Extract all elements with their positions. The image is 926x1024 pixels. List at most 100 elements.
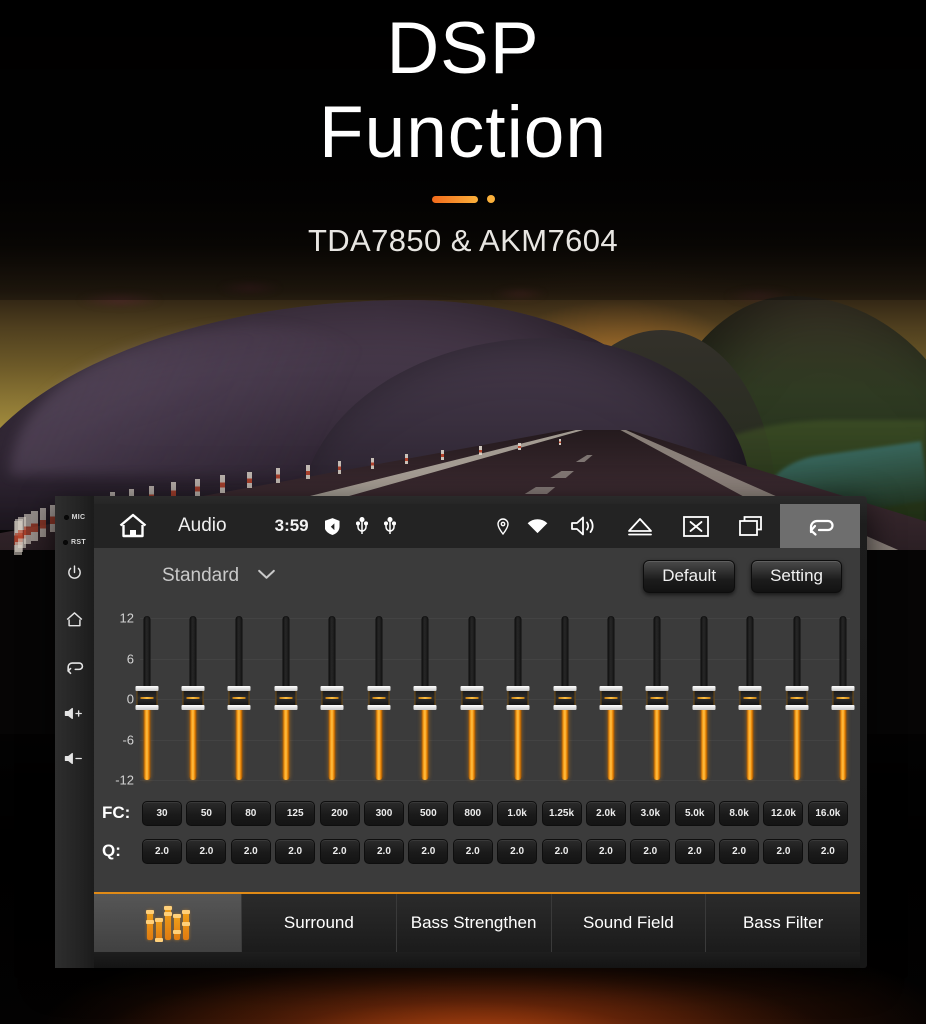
home-icon[interactable] xyxy=(118,513,148,539)
eq-slider[interactable] xyxy=(460,616,484,780)
eq-slider[interactable] xyxy=(599,616,623,780)
tab-surround[interactable]: Surround xyxy=(242,894,397,952)
back-button[interactable] xyxy=(65,658,84,676)
fc-cell[interactable]: 16.0k xyxy=(807,800,848,826)
eq-slider-handle[interactable] xyxy=(506,686,530,710)
fc-cell[interactable]: 800 xyxy=(452,800,493,826)
fc-cell[interactable]: 200 xyxy=(319,800,360,826)
q-cell[interactable]: 2.0 xyxy=(452,838,493,864)
q-cell[interactable]: 2.0 xyxy=(363,838,404,864)
eq-slider-handle[interactable] xyxy=(738,686,762,710)
q-cell[interactable]: 2.0 xyxy=(230,838,271,864)
eq-slider[interactable] xyxy=(274,616,298,780)
hero-title-line1: DSP xyxy=(386,8,540,89)
wifi-icon[interactable] xyxy=(518,504,556,548)
tab-bass-strengthen[interactable]: Bass Strengthen xyxy=(396,894,552,952)
close-x-icon[interactable] xyxy=(668,504,724,548)
q-cell[interactable]: 2.0 xyxy=(630,838,671,864)
fc-cell[interactable]: 2.0k xyxy=(585,800,626,826)
eq-slider-handle[interactable] xyxy=(135,686,158,710)
eq-slider-handle[interactable] xyxy=(460,686,484,710)
fc-cell[interactable]: 80 xyxy=(230,800,271,826)
handle-bar-bottom xyxy=(645,705,669,710)
fc-cell[interactable]: 5.0k xyxy=(674,800,715,826)
q-cell[interactable]: 2.0 xyxy=(186,838,227,864)
eq-slider[interactable] xyxy=(831,616,855,780)
eq-slider[interactable] xyxy=(785,616,809,780)
q-cell[interactable]: 2.0 xyxy=(497,838,538,864)
eq-slider-handle[interactable] xyxy=(553,686,577,710)
reset-indicator[interactable]: RST xyxy=(63,539,86,546)
eq-slider[interactable] xyxy=(135,616,158,780)
eq-slider[interactable] xyxy=(553,616,577,780)
q-cell[interactable]: 2.0 xyxy=(763,838,804,864)
eq-slider[interactable] xyxy=(692,616,716,780)
fc-cell[interactable]: 3.0k xyxy=(630,800,671,826)
fc-cell[interactable]: 125 xyxy=(275,800,316,826)
fc-cell[interactable]: 30 xyxy=(142,800,182,826)
location-icon[interactable] xyxy=(488,504,518,548)
eq-slider-handle[interactable] xyxy=(599,686,623,710)
equalizer-icon-cap xyxy=(145,920,154,924)
volume-up-button[interactable] xyxy=(64,706,85,721)
eq-slider[interactable] xyxy=(413,616,437,780)
default-button[interactable]: Default xyxy=(643,559,736,593)
guardrail-post xyxy=(30,511,38,541)
eject-icon[interactable] xyxy=(612,504,668,548)
guardrail-post xyxy=(405,453,409,465)
recents-icon[interactable] xyxy=(724,504,780,548)
preset-dropdown[interactable]: Standard xyxy=(162,565,276,587)
q-cell[interactable]: 2.0 xyxy=(408,838,449,864)
eq-slider-handle[interactable] xyxy=(413,686,437,710)
equalizer-icon-cap xyxy=(163,912,172,916)
setting-button[interactable]: Setting xyxy=(751,559,842,593)
fc-cell[interactable]: 500 xyxy=(408,800,449,826)
fc-cell[interactable]: 1.0k xyxy=(497,800,538,826)
eq-slider-handle[interactable] xyxy=(692,686,716,710)
eq-slider[interactable] xyxy=(227,616,251,780)
eq-slider-handle[interactable] xyxy=(181,686,205,710)
eq-slider-handle[interactable] xyxy=(367,686,391,710)
eq-axis-label: -6 xyxy=(122,732,134,747)
q-cell[interactable]: 2.0 xyxy=(319,838,360,864)
fc-cell[interactable]: 12.0k xyxy=(763,800,804,826)
eq-slider[interactable] xyxy=(181,616,205,780)
eq-slider[interactable] xyxy=(645,616,669,780)
home-button[interactable] xyxy=(65,611,84,628)
tab-equalizer[interactable] xyxy=(94,894,242,952)
handle-bar-bottom xyxy=(506,705,530,710)
q-cell[interactable]: 2.0 xyxy=(142,838,182,864)
tab-sound-field[interactable]: Sound Field xyxy=(551,894,707,952)
eq-slider[interactable] xyxy=(367,616,391,780)
eq-slider-handle[interactable] xyxy=(227,686,251,710)
eq-slider[interactable] xyxy=(506,616,530,780)
volume-down-button[interactable] xyxy=(64,751,85,766)
q-cell[interactable]: 2.0 xyxy=(719,838,760,864)
fc-cell[interactable]: 8.0k xyxy=(719,800,760,826)
eq-slider[interactable] xyxy=(738,616,762,780)
eq-slider-fill xyxy=(468,698,476,780)
eq-slider-fill xyxy=(514,698,522,780)
q-cell[interactable]: 2.0 xyxy=(541,838,582,864)
eq-slider-handle[interactable] xyxy=(831,686,855,710)
equalizer-icon-cap xyxy=(154,938,163,942)
eq-slider-handle[interactable] xyxy=(274,686,298,710)
tab-bass-filter[interactable]: Bass Filter xyxy=(706,894,860,952)
volume-icon[interactable] xyxy=(556,504,612,548)
eq-slider[interactable] xyxy=(320,616,344,780)
handle-center xyxy=(136,691,157,705)
fc-cell[interactable]: 50 xyxy=(186,800,227,826)
guardrail-post xyxy=(441,450,445,460)
power-button[interactable] xyxy=(66,564,83,581)
eq-slider-handle[interactable] xyxy=(785,686,809,710)
eq-slider-handle[interactable] xyxy=(645,686,669,710)
q-cell[interactable]: 2.0 xyxy=(585,838,626,864)
fc-cell[interactable]: 300 xyxy=(363,800,404,826)
q-cell[interactable]: 2.0 xyxy=(275,838,316,864)
eq-slider-handle[interactable] xyxy=(320,686,344,710)
handle-bar-bottom xyxy=(227,705,251,710)
q-cell[interactable]: 2.0 xyxy=(807,838,848,864)
q-cell[interactable]: 2.0 xyxy=(674,838,715,864)
back-arrow-icon[interactable] xyxy=(780,504,860,548)
fc-cell[interactable]: 1.25k xyxy=(541,800,582,826)
